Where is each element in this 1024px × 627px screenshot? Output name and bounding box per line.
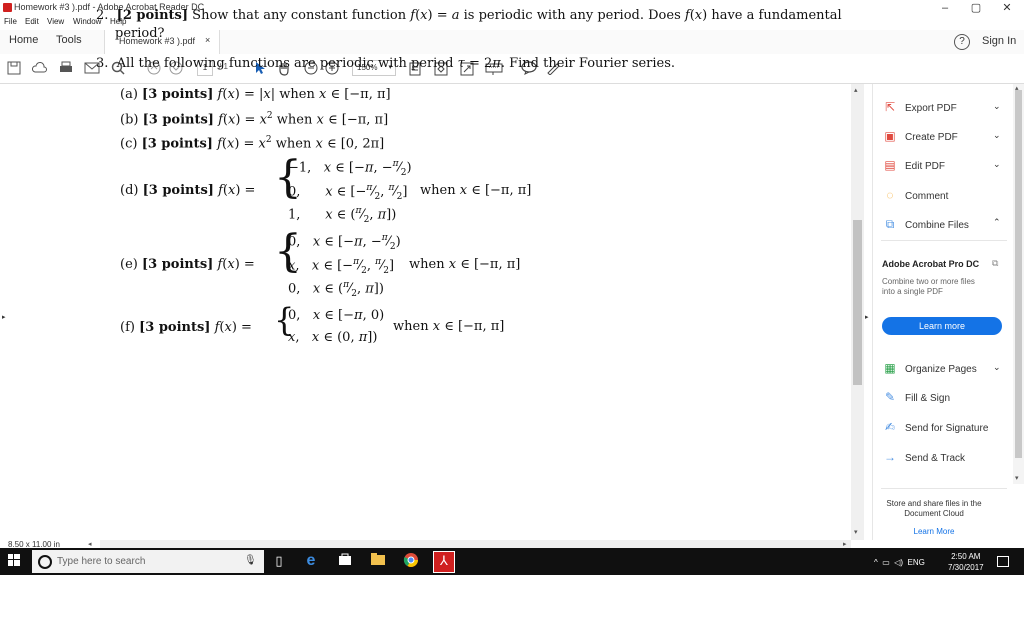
tool-send-track[interactable]: → Send & Track: [883, 450, 965, 464]
menu-file[interactable]: File: [4, 17, 17, 26]
promo-description: Combine two or more files into a single …: [882, 277, 975, 296]
network-icon[interactable]: ▭: [882, 558, 890, 567]
taskbar-clock[interactable]: 2:50 AM 7/30/2017: [948, 551, 984, 573]
item-e-case-1: 0, x ∈ [−π, −π⁄2): [288, 233, 401, 252]
right-panel-toggle-icon[interactable]: ▸: [865, 313, 869, 321]
minimize-button[interactable]: –: [930, 0, 960, 16]
tool-combine-files[interactable]: ⧉ Combine Files: [883, 217, 969, 232]
microphone-icon[interactable]: 🎙: [244, 555, 257, 566]
item-e-case-2: x, x ∈ [−π⁄2, π⁄2]: [288, 257, 395, 276]
tool-edit-pdf[interactable]: ▤ Edit PDF: [883, 158, 945, 172]
acrobat-app-icon: [3, 3, 12, 12]
scroll-left-icon[interactable]: ◂: [88, 540, 92, 548]
close-button[interactable]: ✕: [992, 0, 1022, 16]
item-f-case-1: 0, x ∈ [−π, 0): [288, 308, 385, 323]
divider: [881, 488, 1007, 489]
item-e-domain: when x ∈ [−π, π]: [409, 257, 521, 272]
item-d-case-3: 1, x ∈ (π⁄2, π]): [288, 206, 397, 225]
maximize-button[interactable]: ▢: [961, 0, 991, 16]
edit-pdf-icon: ▤: [884, 158, 896, 172]
tray-overflow-icon[interactable]: ^: [874, 558, 878, 567]
scroll-up-icon[interactable]: ▴: [854, 86, 858, 94]
windows-start-icon[interactable]: [8, 554, 20, 569]
item-f-case-2: x, x ∈ (0, π]): [288, 330, 378, 345]
send-track-icon: →: [884, 450, 896, 464]
tools-pane-scroll-thumb[interactable]: [1015, 90, 1022, 458]
item-e-case-3: 0, x ∈ (π⁄2, π]): [288, 280, 384, 299]
chevron-down-icon[interactable]: ⌄: [993, 101, 1001, 112]
item-d-case-2: 0, x ∈ [−π⁄2, π⁄2]: [288, 183, 408, 202]
create-pdf-icon: ▣: [884, 129, 896, 143]
item-d-case-1: −1, x ∈ [−π, −π⁄2): [288, 159, 412, 178]
menu-view[interactable]: View: [47, 17, 64, 26]
tab-home[interactable]: Home: [9, 34, 38, 46]
item-b: (b) [3 points] f(x) = x2 when x ∈ [−π, π…: [120, 111, 389, 128]
chevron-up-icon[interactable]: ⌃: [993, 217, 1001, 228]
tools-pane: ⇱ Export PDF ⌄ ▣ Create PDF ⌄ ▤ Edit PDF ⌄ …: [872, 84, 1013, 540]
tool-comment[interactable]: ◌ Comment: [883, 188, 948, 202]
fill-sign-icon: ✎: [884, 390, 896, 404]
sign-in-link[interactable]: Sign In: [982, 35, 1016, 47]
item-f: (f) [3 points] f(x) =: [120, 320, 252, 335]
system-tray: ^ ▭ ◁) ENG: [874, 558, 925, 567]
language-indicator[interactable]: ENG: [908, 558, 925, 567]
print-icon[interactable]: [58, 61, 74, 78]
store-icon[interactable]: [336, 552, 354, 570]
clock-time: 2:50 AM: [951, 552, 981, 561]
chevron-down-icon[interactable]: ⌄: [993, 130, 1001, 141]
tool-fill-sign[interactable]: ✎ Fill & Sign: [883, 390, 950, 404]
chevron-down-icon[interactable]: ⌄: [993, 159, 1001, 170]
scroll-down-icon[interactable]: ▾: [854, 528, 858, 536]
promo-title: Adobe Acrobat Pro DC: [882, 259, 980, 269]
save-icon[interactable]: [6, 61, 22, 78]
chrome-icon[interactable]: [402, 552, 420, 570]
item-e: (e) [3 points] f(x) =: [120, 257, 255, 272]
volume-icon[interactable]: ◁): [894, 558, 903, 567]
clock-date: 7/30/2017: [948, 563, 984, 572]
tool-create-pdf[interactable]: ▣ Create PDF: [883, 129, 957, 143]
chevron-down-icon[interactable]: ⌄: [993, 362, 1001, 373]
scroll-right-icon[interactable]: ▸: [843, 540, 847, 548]
problem-2-line-1: 2. [2 points] Show that any constant fun…: [96, 8, 842, 23]
problem-2-line-2: period?: [115, 26, 165, 41]
promo-combine-icon: ⧉: [992, 258, 999, 268]
divider: [881, 240, 1007, 241]
tab-tools[interactable]: Tools: [56, 34, 82, 46]
file-explorer-icon[interactable]: [369, 552, 387, 570]
tab-close-icon[interactable]: ×: [205, 35, 210, 45]
document-view[interactable]: [0, 84, 865, 540]
cloud-promo-text: Store and share files in the Document Cl…: [886, 499, 982, 518]
edge-browser-icon[interactable]: e: [302, 552, 320, 570]
item-a: (a) [3 points] f(x) = |x| when x ∈ [−π, …: [120, 87, 391, 102]
combine-files-icon: ⧉: [885, 217, 895, 231]
tool-organize-pages[interactable]: ▦ Organize Pages: [883, 361, 976, 375]
problem-3-intro: 3. All the following functions are perio…: [96, 56, 676, 71]
tool-send-signature[interactable]: ✍ Send for Signature: [883, 420, 988, 434]
document-scroll-thumb[interactable]: [853, 220, 862, 385]
item-f-domain: when x ∈ [−π, π]: [393, 319, 505, 334]
tool-export-pdf[interactable]: ⇱ Export PDF: [883, 100, 957, 114]
menu-edit[interactable]: Edit: [25, 17, 39, 26]
item-d: (d) [3 points] f(x) =: [120, 183, 256, 198]
left-panel-toggle-icon[interactable]: ▸: [2, 313, 6, 321]
help-icon[interactable]: ?: [954, 34, 970, 50]
comment-icon: ◌: [886, 188, 894, 202]
export-pdf-icon: ⇱: [884, 100, 896, 114]
acrobat-taskbar-icon[interactable]: ⅄: [433, 551, 455, 573]
upload-cloud-icon[interactable]: [31, 61, 48, 78]
task-view-icon[interactable]: ▯: [270, 552, 288, 570]
organize-pages-icon: ▦: [884, 361, 896, 375]
learn-more-button[interactable]: Learn more: [882, 317, 1002, 335]
pane-scroll-up-icon[interactable]: ▴: [1015, 84, 1019, 92]
taskbar-search-box[interactable]: Type here to search 🎙: [32, 550, 264, 573]
cloud-learn-more-link[interactable]: Learn More: [882, 527, 986, 536]
item-c: (c) [3 points] f(x) = x2 when x ∈ [0, 2π…: [120, 135, 385, 152]
send-signature-icon: ✍: [884, 420, 896, 434]
pane-scroll-down-icon[interactable]: ▾: [1015, 474, 1019, 482]
notifications-icon[interactable]: [997, 556, 1009, 567]
search-placeholder: Type here to search: [57, 556, 146, 567]
document-horizontal-scrollbar[interactable]: [100, 540, 851, 548]
item-d-domain: when x ∈ [−π, π]: [420, 183, 532, 198]
cortana-icon: [38, 555, 52, 569]
